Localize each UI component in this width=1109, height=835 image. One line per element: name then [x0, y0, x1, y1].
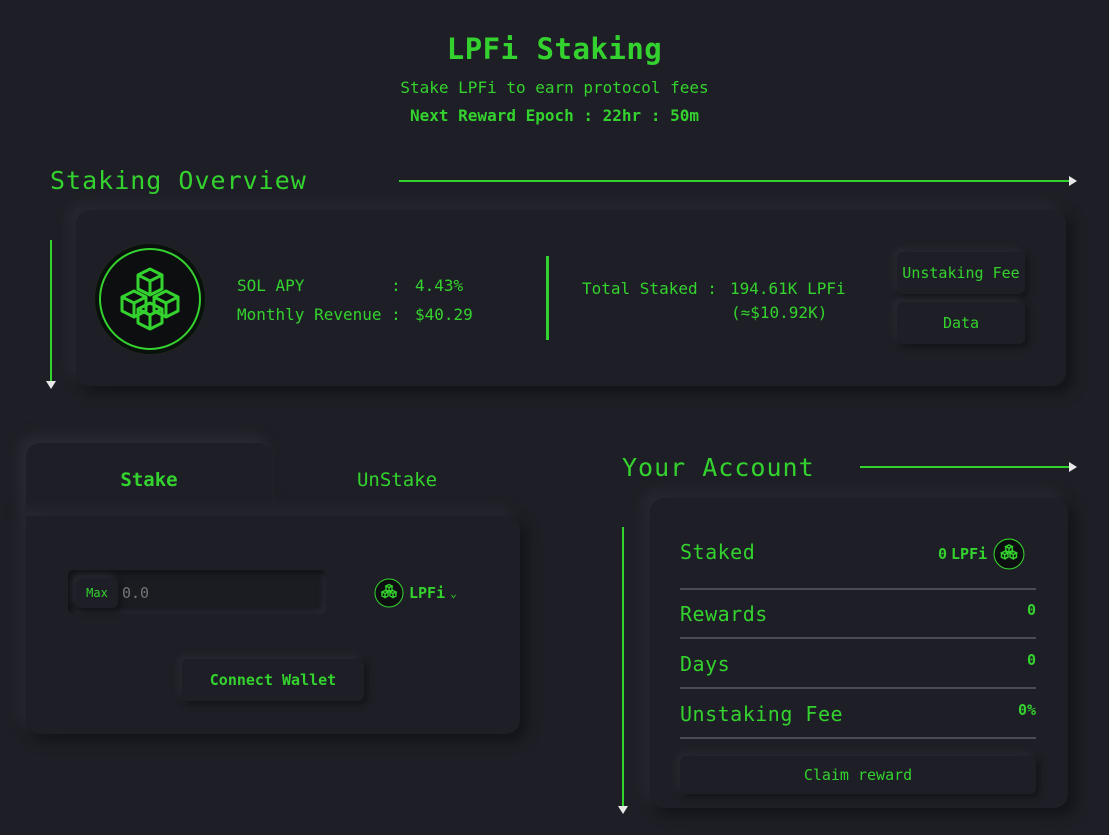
- unstaking-fee-label: Unstaking Fee: [680, 702, 844, 726]
- monthly-revenue-value: $40.29: [415, 305, 473, 324]
- token-selector[interactable]: LPFi ⌄: [374, 577, 466, 609]
- sol-apy-label: SOL APY :: [237, 276, 401, 295]
- overview-divider-line: [399, 180, 1069, 182]
- lpfi-cubes-icon: [374, 578, 404, 608]
- data-button[interactable]: Data: [897, 302, 1025, 344]
- row-separator: [680, 737, 1036, 739]
- unstaking-fee-value: 0%: [1017, 701, 1036, 719]
- monthly-revenue-label: Monthly Revenue :: [237, 305, 401, 324]
- total-staked-value: 194.61K LPFi: [730, 279, 846, 298]
- arrow-down-icon: [46, 381, 56, 389]
- account-vertical-line: [622, 527, 624, 807]
- arrow-right-icon: [1069, 176, 1077, 186]
- lpfi-logo: [95, 244, 205, 354]
- arrow-down-icon: [618, 806, 628, 814]
- rewards-label: Rewards: [680, 602, 768, 626]
- staked-amount: 0 LPFi: [938, 538, 1025, 570]
- unstaking-fee-button[interactable]: Unstaking Fee: [897, 252, 1025, 294]
- overview-vertical-line: [50, 240, 52, 382]
- staked-label: Staked: [680, 540, 756, 564]
- overview-section-title: Staking Overview: [50, 166, 307, 195]
- tab-unstake[interactable]: UnStake: [274, 443, 520, 517]
- lpfi-cubes-icon: [99, 248, 201, 350]
- connect-wallet-button[interactable]: Connect Wallet: [182, 659, 364, 701]
- days-value: 0: [1026, 651, 1036, 669]
- staked-token: LPFi: [951, 545, 988, 563]
- arrow-right-icon: [1069, 462, 1077, 472]
- row-separator: [680, 637, 1036, 639]
- account-section-title: Your Account: [622, 453, 815, 482]
- max-button[interactable]: Max: [76, 578, 118, 608]
- rewards-value: 0: [1026, 601, 1036, 619]
- claim-reward-button[interactable]: Claim reward: [680, 756, 1036, 794]
- row-separator: [680, 588, 1036, 590]
- staking-overview-card: [76, 210, 1066, 386]
- days-label: Days: [680, 652, 731, 676]
- lpfi-cubes-icon: [993, 538, 1025, 570]
- account-divider-line: [860, 466, 1070, 468]
- sol-apy-value: 4.43%: [415, 276, 464, 295]
- total-staked-label: Total Staked :: [582, 279, 717, 298]
- reward-epoch-countdown: Next Reward Epoch : 22hr : 50m: [410, 106, 699, 125]
- token-label: LPFi: [409, 584, 446, 602]
- row-separator: [680, 687, 1036, 689]
- total-staked-usd: (≈$10.92K): [731, 303, 828, 322]
- page-title: LPFi Staking: [446, 32, 663, 66]
- tab-stake[interactable]: Stake: [26, 443, 272, 517]
- chevron-down-icon: ⌄: [450, 586, 457, 600]
- overview-stat-divider: [546, 256, 549, 340]
- staked-value: 0: [938, 545, 948, 563]
- stake-panel: [26, 516, 520, 734]
- stake-amount-input[interactable]: [122, 580, 318, 606]
- page-subtitle: Stake LPFi to earn protocol fees: [400, 78, 709, 97]
